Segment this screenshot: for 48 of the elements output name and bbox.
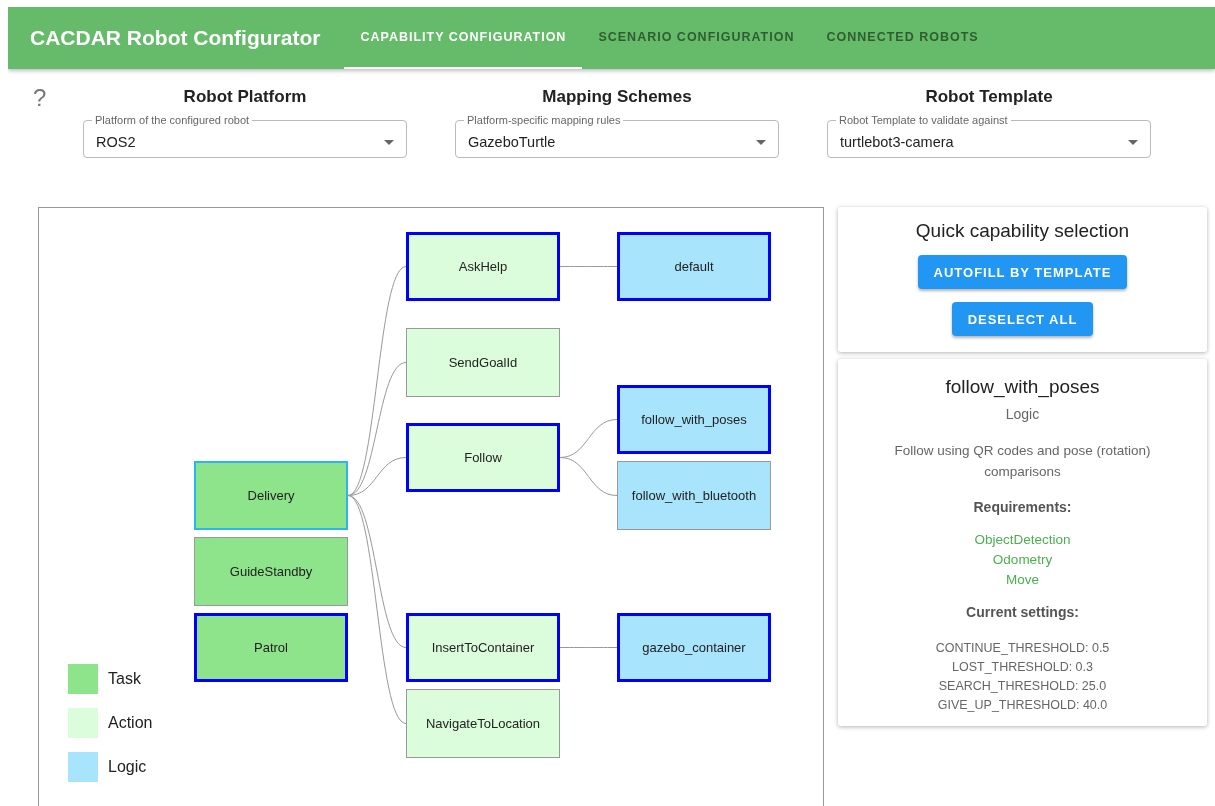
requirement-item: Move [1006, 572, 1039, 587]
app-title: CACDAR Robot Configurator [30, 26, 321, 50]
action-node[interactable]: Follow [406, 423, 560, 492]
section-heading: Mapping Schemes [542, 87, 692, 107]
field-label: Robot Template to validate against [836, 114, 1011, 126]
section-heading: Current settings: [966, 604, 1079, 620]
legend-label: Action [108, 714, 153, 732]
legend-label: Task [108, 670, 141, 688]
action-node[interactable]: NavigateToLocation [406, 689, 560, 758]
action-node[interactable]: InsertToContainer [406, 613, 560, 682]
field-value: ROS2 [96, 134, 136, 150]
legend-swatch [68, 708, 98, 738]
setting-item: GIVE_UP_THRESHOLD: 40.0 [937, 698, 1108, 712]
field-label: Platform of the configured robot [92, 114, 253, 126]
edge-line [559, 266, 618, 267]
logic-node[interactable]: gazebo_container [617, 613, 771, 682]
card-title: follow_with_poses [945, 376, 1100, 398]
caret-icon [756, 139, 766, 145]
logic-node[interactable]: follow_with_bluetooth [617, 461, 771, 530]
section-heading: Requirements: [973, 499, 1072, 515]
legend-swatch [68, 664, 98, 694]
setting-item: SEARCH_THRESHOLD: 25.0 [938, 679, 1107, 693]
caret-icon [1128, 139, 1138, 145]
task-node[interactable]: GuideStandby [194, 537, 348, 606]
section-heading: Robot Platform [183, 87, 307, 107]
action-node[interactable]: AskHelp [406, 232, 560, 301]
legend-swatch [68, 752, 98, 782]
legend-label: Logic [108, 758, 147, 776]
setting-item: CONTINUE_THRESHOLD: 0.5 [935, 641, 1110, 655]
task-node[interactable]: Patrol [194, 613, 348, 682]
requirement-item: ObjectDetection [974, 532, 1071, 547]
capability-type: Logic [1005, 406, 1040, 422]
setting-item: LOST_THRESHOLD: 0.3 [952, 660, 1093, 674]
edge-line [559, 647, 618, 648]
caret-icon [384, 139, 394, 145]
card-title: Quick capability selection [915, 220, 1130, 242]
requirement-item: Odometry [992, 552, 1053, 567]
section-heading: Robot Template [925, 87, 1053, 107]
logic-node[interactable]: default [617, 232, 771, 301]
description-text: Follow using QR codes and pose (rotation) comparisons [893, 442, 1152, 481]
edge-line [559, 457, 618, 496]
help-icon[interactable]: ? [33, 87, 59, 109]
field-value: GazeboTurtle [468, 134, 556, 150]
action-node[interactable]: SendGoalId [406, 328, 560, 397]
field-value: turtlebot3-camera [840, 134, 954, 150]
task-node[interactable]: Delivery [194, 461, 348, 530]
logic-node[interactable]: follow_with_poses [617, 385, 771, 454]
field-label: Platform-specific mapping rules [464, 114, 624, 126]
